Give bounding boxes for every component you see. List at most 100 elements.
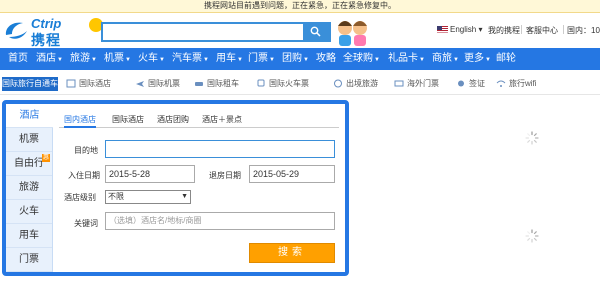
- subnav-label: 国际酒店: [79, 79, 111, 88]
- nav-label: 团购: [282, 53, 302, 64]
- hotline: 国内：1010-6666: [567, 26, 600, 35]
- us-flag-icon: [437, 26, 448, 34]
- nav-bus[interactable]: 汽车票▼: [172, 48, 209, 70]
- subnav-label: 签证: [469, 79, 485, 88]
- nav-car[interactable]: 用车▼: [216, 48, 243, 70]
- keyword-input[interactable]: （选填）酒店名/地标/商圈: [105, 212, 335, 230]
- hotel-icon: [66, 79, 76, 88]
- logo-text-cn: 携程: [31, 32, 61, 48]
- destination-label: 目的地: [74, 146, 98, 155]
- language-switch[interactable]: English ▾: [437, 25, 483, 34]
- checkin-input[interactable]: 2015-5-28: [105, 165, 195, 183]
- search-icon: [310, 26, 321, 37]
- nav-tickets[interactable]: 门票▼: [248, 48, 275, 70]
- side-tab-hotel[interactable]: 酒店: [6, 104, 53, 128]
- ctrip-logo[interactable]: Ctrip 携程: [3, 15, 103, 48]
- loading-spinner-icon: [525, 229, 539, 243]
- mascot-icon: [338, 21, 367, 46]
- nav-cruise[interactable]: 邮轮: [496, 48, 516, 70]
- nav-groupbuy[interactable]: 团购▼: [282, 48, 309, 70]
- site-search: [101, 22, 331, 42]
- side-tab-label: 自由行: [14, 158, 44, 169]
- side-tab-travel[interactable]: 旅游: [6, 176, 52, 200]
- subnav-intl-train[interactable]: 国际火车票: [256, 78, 309, 90]
- checkout-input[interactable]: 2015-05-29: [249, 165, 335, 183]
- subnav-label: 国际机票: [148, 79, 180, 88]
- ticket-icon: [394, 80, 404, 87]
- product-sidebar: 酒店 机票 自由行惠 旅游 火车 用车 门票: [6, 104, 53, 272]
- nav-label: 旅游: [70, 53, 90, 64]
- subnav-label: 旅行wifi: [509, 79, 537, 88]
- nav-travel[interactable]: 旅游▼: [70, 48, 97, 70]
- plane-icon: [136, 81, 144, 88]
- discount-badge: 惠: [42, 154, 50, 162]
- my-ctrip-link[interactable]: 我的携程: [488, 25, 520, 36]
- nav-label: 酒店: [36, 53, 56, 64]
- nav-label: 礼品卡: [388, 53, 418, 64]
- subnav-intl-car[interactable]: 国际租车: [194, 78, 239, 90]
- subnav-label: 出境旅游: [346, 79, 378, 88]
- nav-label: 更多: [464, 53, 484, 64]
- travel-icon: [334, 79, 342, 88]
- nav-home[interactable]: 首页: [4, 48, 32, 70]
- keyword-label: 关键词: [74, 219, 98, 228]
- subnav-intl-hotel[interactable]: 国际酒店: [66, 78, 111, 90]
- nav-more[interactable]: 更多▼: [464, 48, 491, 70]
- search-input[interactable]: [103, 24, 303, 40]
- hotel-level-select[interactable]: 不限 ▼: [105, 190, 191, 204]
- side-tab-train[interactable]: 火车: [6, 200, 52, 224]
- chevron-down-icon: ▼: [181, 193, 188, 200]
- nav-label: 机票: [104, 53, 124, 64]
- destination-input[interactable]: [105, 140, 335, 158]
- side-tab-car[interactable]: 用车: [6, 224, 52, 248]
- hotel-tabs: 国内酒店 国际酒店 酒店团购 酒店＋景点: [59, 114, 339, 128]
- booking-panel: 酒店 机票 自由行惠 旅游 火车 用车 门票 国内酒店 国际酒店 酒店团购 酒店…: [2, 100, 349, 276]
- nav-giftcard[interactable]: 礼品卡▼: [388, 48, 425, 70]
- subnav-visa[interactable]: 签证: [456, 78, 485, 90]
- logo-text-en: Ctrip: [31, 16, 62, 31]
- side-tab-ticket[interactable]: 门票: [6, 248, 52, 272]
- subnav-label: 国际火车票: [269, 79, 309, 88]
- subnav-overseas-ticket[interactable]: 海外门票: [394, 78, 439, 90]
- divider: [563, 25, 564, 34]
- notice-bar: 携程网站目前遇到问题，正在紧急，正在紧急修复中。: [0, 0, 600, 13]
- intl-badge: 国际旅行自通车: [2, 77, 58, 91]
- nav-label: 用车: [216, 53, 236, 64]
- search-submit-button[interactable]: 搜索: [249, 243, 335, 263]
- train-icon: [257, 79, 265, 87]
- service-center-link[interactable]: 客服中心: [526, 25, 558, 36]
- side-tab-flight[interactable]: 机票: [6, 128, 52, 152]
- tab-intl-hotel[interactable]: 国际酒店: [112, 114, 144, 128]
- nav-train[interactable]: 火车▼: [138, 48, 165, 70]
- nav-business[interactable]: 商旅▼: [432, 48, 459, 70]
- hotel-level-value: 不限: [108, 192, 124, 201]
- main-nav: 首页 酒店▼ 旅游▼ 机票▼ 火车▼ 汽车票▼ 用车▼ 门票▼ 团购▼ 攻略 全…: [0, 48, 600, 70]
- subnav-wifi[interactable]: 旅行wifi: [496, 78, 537, 90]
- subnav-label: 国际租车: [207, 79, 239, 88]
- tab-hotel-groupbuy[interactable]: 酒店团购: [157, 114, 189, 128]
- subnav-label: 海外门票: [407, 79, 439, 88]
- wifi-icon: [496, 80, 506, 88]
- nav-label: 门票: [248, 53, 268, 64]
- car-icon: [195, 82, 203, 87]
- sub-nav: 国际旅行自通车 国际酒店 国际机票 国际租车 国际火车票 出境旅游 海外门票 签…: [0, 70, 600, 95]
- search-button[interactable]: [303, 24, 329, 40]
- header: Ctrip 携程 English ▾ 我的携程 客服中心 国内：1010-666…: [0, 13, 600, 48]
- nav-hotel[interactable]: 酒店▼: [36, 48, 63, 70]
- nav-global-shop[interactable]: 全球购▼: [343, 48, 380, 70]
- tab-domestic-hotel[interactable]: 国内酒店: [64, 114, 96, 128]
- hotel-level-label: 酒店级别: [64, 193, 96, 202]
- nav-label: 全球购: [343, 53, 373, 64]
- chevron-down-icon: ▾: [478, 25, 483, 34]
- dolphin-logo-icon: [5, 22, 27, 39]
- language-label: English: [450, 25, 477, 34]
- checkin-label: 入住日期: [68, 171, 100, 180]
- tab-hotel-attraction[interactable]: 酒店＋景点: [202, 114, 242, 128]
- visa-icon: [458, 80, 464, 87]
- nav-label: 火车: [138, 53, 158, 64]
- nav-flights[interactable]: 机票▼: [104, 48, 131, 70]
- subnav-outbound[interactable]: 出境旅游: [333, 78, 378, 90]
- nav-guide[interactable]: 攻略: [316, 48, 336, 70]
- subnav-intl-flight[interactable]: 国际机票: [135, 78, 180, 90]
- side-tab-package[interactable]: 自由行惠: [6, 152, 52, 176]
